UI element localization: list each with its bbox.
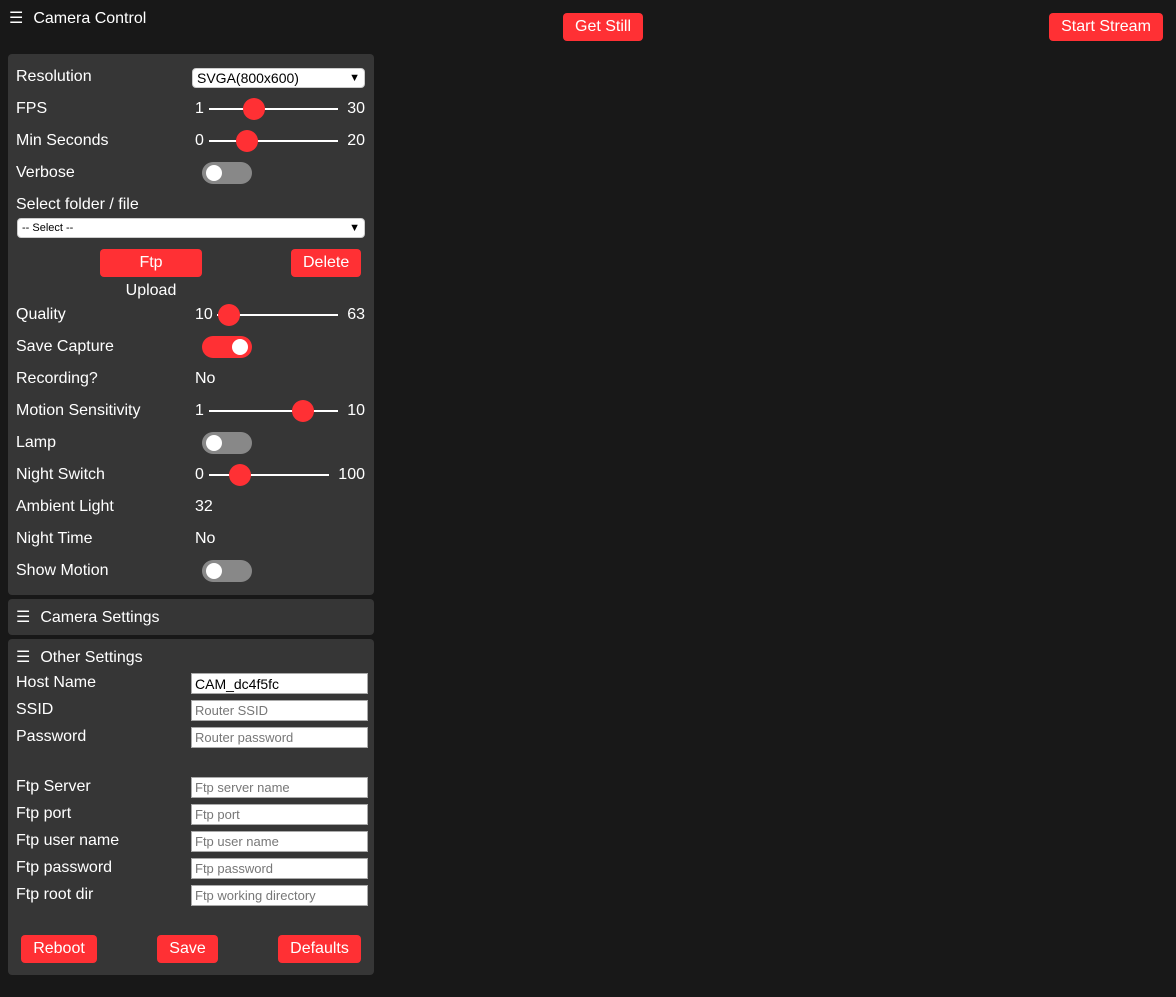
host-name-input[interactable] (191, 673, 368, 694)
show-motion-label: Show Motion (16, 562, 109, 579)
show-motion-toggle[interactable] (202, 560, 252, 582)
password-label: Password (16, 728, 87, 745)
ftp-password-input[interactable] (191, 858, 368, 879)
lamp-toggle[interactable] (202, 432, 252, 454)
verbose-toggle[interactable] (202, 162, 252, 184)
motion-sensitivity-track (209, 410, 338, 412)
quality-min: 10 (195, 306, 213, 323)
night-switch-slider[interactable]: 0 100 (195, 463, 365, 487)
night-switch-min: 0 (195, 466, 204, 483)
min-seconds-max: 20 (347, 132, 365, 149)
min-seconds-slider[interactable]: 0 20 (195, 129, 365, 153)
motion-sensitivity-label: Motion Sensitivity (16, 402, 141, 419)
recording-value: No (195, 370, 216, 387)
ftp-upload-button[interactable]: Ftp Upload (100, 249, 202, 299)
resolution-value: SVGA(800x600) (197, 70, 299, 86)
min-seconds-thumb[interactable] (236, 130, 258, 152)
get-still-button[interactable]: Get Still (563, 13, 643, 41)
select-file-label: Select folder / file (16, 196, 139, 213)
ssid-label: SSID (16, 701, 54, 718)
fps-track (209, 108, 338, 110)
save-capture-toggle[interactable] (202, 336, 252, 358)
chevron-down-icon: ▼ (349, 222, 360, 234)
start-stream-button[interactable]: Start Stream (1049, 13, 1163, 41)
ftp-port-input[interactable] (191, 804, 368, 825)
quality-slider[interactable]: 10 63 (195, 303, 365, 327)
ftp-server-input[interactable] (191, 777, 368, 798)
night-time-label: Night Time (16, 530, 93, 547)
hamburger-menu-icon: ☰ (9, 10, 24, 27)
other-settings-header[interactable]: ☰ Other Settings (16, 648, 143, 668)
ftp-port-label: Ftp port (16, 805, 72, 822)
file-select[interactable]: -- Select -- ▼ (17, 218, 365, 238)
toggle-knob (206, 165, 222, 181)
other-settings-title: Other Settings (40, 649, 143, 666)
quality-label: Quality (16, 306, 66, 323)
resolution-select[interactable]: SVGA(800x600) ▼ (192, 68, 365, 88)
lamp-label: Lamp (16, 434, 57, 451)
fps-label: FPS (16, 100, 48, 117)
app-title: Camera Control (33, 10, 147, 27)
resolution-label: Resolution (16, 68, 92, 85)
other-settings-panel: ☰ Other Settings Host Name SSID Password… (8, 639, 374, 975)
toggle-knob (232, 339, 248, 355)
save-button[interactable]: Save (157, 935, 218, 963)
min-seconds-min: 0 (195, 132, 204, 149)
file-select-value: -- Select -- (22, 222, 74, 234)
delete-button[interactable]: Delete (291, 249, 361, 277)
ftp-password-label: Ftp password (16, 859, 113, 876)
night-switch-thumb[interactable] (229, 464, 251, 486)
ssid-input[interactable] (191, 700, 368, 721)
ftp-root-input[interactable] (191, 885, 368, 906)
password-input[interactable] (191, 727, 368, 748)
fps-slider[interactable]: 1 30 (195, 97, 365, 121)
toggle-knob (206, 563, 222, 579)
defaults-button[interactable]: Defaults (278, 935, 361, 963)
quality-thumb[interactable] (218, 304, 240, 326)
control-panel: Resolution SVGA(800x600) ▼ FPS 1 30 Min … (8, 54, 374, 595)
hamburger-menu-icon: ☰ (16, 649, 31, 666)
recording-label: Recording? (16, 370, 98, 387)
ftp-server-label: Ftp Server (16, 778, 91, 795)
night-switch-track (209, 474, 329, 476)
fps-max: 30 (347, 100, 365, 117)
night-switch-label: Night Switch (16, 466, 105, 483)
hamburger-menu-icon: ☰ (16, 609, 31, 626)
night-time-value: No (195, 530, 216, 547)
night-switch-max: 100 (338, 466, 365, 483)
min-seconds-label: Min Seconds (16, 132, 109, 149)
fps-thumb[interactable] (243, 98, 265, 120)
save-capture-label: Save Capture (16, 338, 114, 355)
ambient-light-label: Ambient Light (16, 498, 114, 515)
fps-min: 1 (195, 100, 204, 117)
host-name-label: Host Name (16, 674, 97, 691)
chevron-down-icon: ▼ (349, 72, 360, 84)
motion-sensitivity-max: 10 (347, 402, 365, 419)
min-seconds-track (209, 140, 338, 142)
ftp-user-input[interactable] (191, 831, 368, 852)
motion-sensitivity-thumb[interactable] (292, 400, 314, 422)
toggle-knob (206, 435, 222, 451)
motion-sensitivity-min: 1 (195, 402, 204, 419)
ftp-user-label: Ftp user name (16, 832, 120, 849)
ftp-root-label: Ftp root dir (16, 886, 94, 903)
motion-sensitivity-slider[interactable]: 1 10 (195, 399, 365, 423)
quality-max: 63 (347, 306, 365, 323)
camera-settings-header[interactable]: ☰ Camera Settings (16, 608, 160, 628)
camera-settings-panel[interactable]: ☰ Camera Settings (8, 599, 374, 635)
menu-toggle[interactable]: ☰ Camera Control (9, 10, 146, 28)
camera-settings-title: Camera Settings (40, 609, 160, 626)
reboot-button[interactable]: Reboot (21, 935, 97, 963)
ambient-light-value: 32 (195, 498, 213, 515)
verbose-label: Verbose (16, 164, 75, 181)
header: ☰ Camera Control Get Still Start Stream (0, 0, 1176, 50)
